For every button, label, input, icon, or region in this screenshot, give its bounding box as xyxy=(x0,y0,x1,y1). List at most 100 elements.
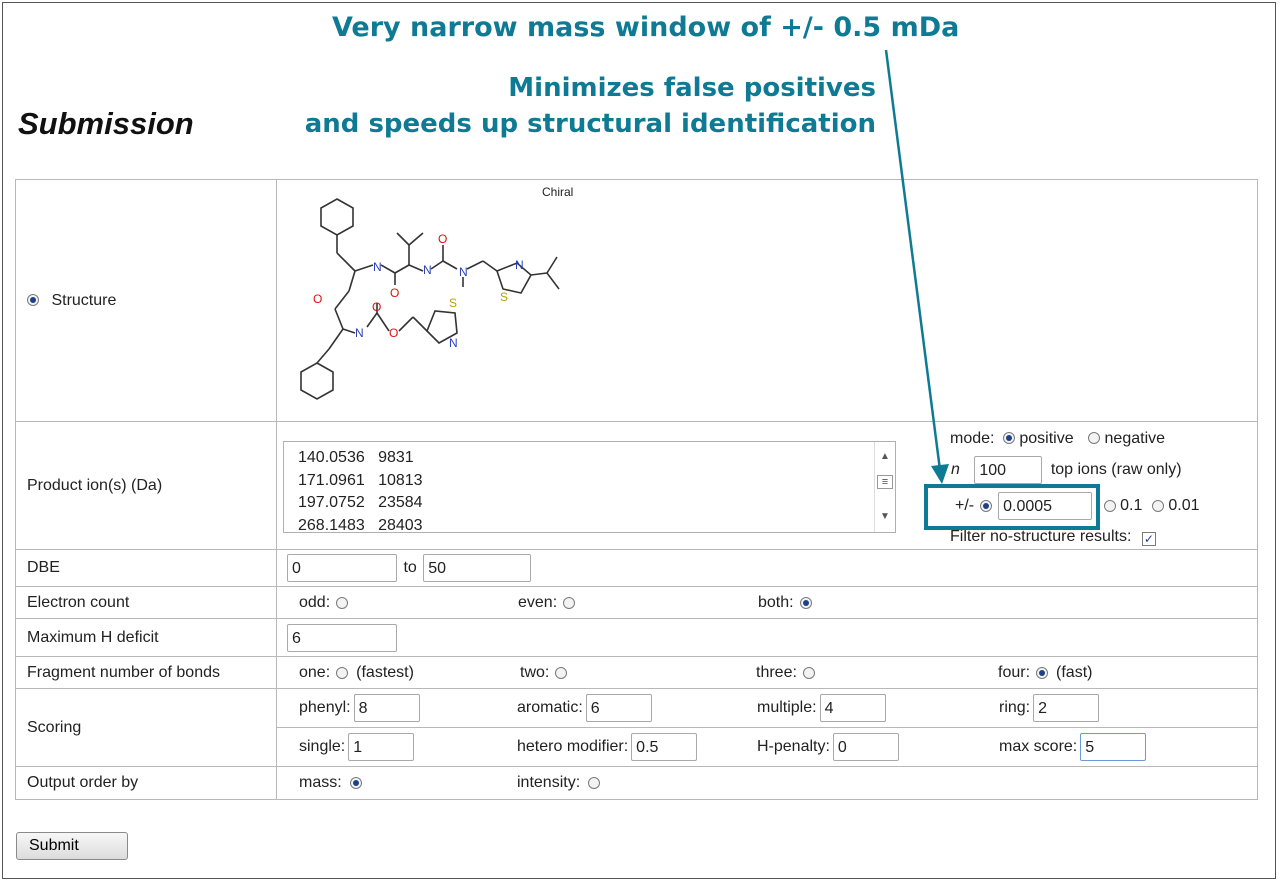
scroll-down-icon[interactable]: ▼ xyxy=(875,506,895,529)
atom-s-2: S xyxy=(449,296,457,310)
page-title: Submission xyxy=(18,106,194,141)
order-intensity-label: intensity: xyxy=(517,774,581,791)
phenyl-input[interactable]: 8 xyxy=(353,694,420,722)
n-label: n xyxy=(951,461,960,479)
h-penalty-input[interactable]: 0 xyxy=(832,733,899,761)
atom-n-6: N xyxy=(449,336,458,350)
product-ions-textarea[interactable]: 140.0536 9831 171.0961 10813 197.0752 23… xyxy=(283,441,896,534)
mode-label: mode: xyxy=(950,430,995,447)
max-h-label: Maximum H deficit xyxy=(15,618,277,657)
filter-checkbox[interactable]: ✓ xyxy=(1141,532,1156,546)
scroll-up-icon[interactable]: ▲ xyxy=(875,446,895,469)
atom-o-3: O xyxy=(313,292,322,306)
product-ion-line: 140.0536 9831 xyxy=(298,449,414,466)
product-ion-line: 197.0752 23584 xyxy=(298,494,423,511)
scoring-cell-1: phenyl: 8 aromatic: 6 multiple: 4 ring: 2 xyxy=(276,688,1258,728)
mode-group: mode: positive negative xyxy=(950,430,1165,448)
ring-label: ring: xyxy=(999,699,1031,716)
top-ions-label: top ions (raw only) xyxy=(1050,461,1182,479)
annotation-headline: Very narrow mass window of +/- 0.5 mDa xyxy=(332,12,960,43)
max-h-cell: 6 xyxy=(276,618,1258,657)
output-order-label: Output order by xyxy=(15,766,277,800)
tolerance-01-radio[interactable] xyxy=(1104,500,1117,512)
tolerance-highlight-box xyxy=(924,484,1100,530)
dbe-cell: 0 to 50 xyxy=(276,549,1258,587)
atom-o-5: O xyxy=(389,326,398,340)
one-note: (fastest) xyxy=(356,663,414,681)
dbe-to-label: to xyxy=(403,559,417,577)
filter-label: Filter no-structure results: xyxy=(950,528,1132,545)
aromatic-label: aromatic: xyxy=(517,699,583,716)
annotation-line-1: Minimizes false positives xyxy=(508,73,876,103)
dbe-to-input[interactable]: 50 xyxy=(423,554,532,582)
single-label: single: xyxy=(299,738,346,755)
atom-o-1: O xyxy=(390,286,399,300)
tolerance-001-radio[interactable] xyxy=(1152,500,1165,512)
max-h-row: Maximum H deficit 6 xyxy=(15,618,1258,657)
one-radio[interactable] xyxy=(336,666,349,679)
multiple-input[interactable]: 4 xyxy=(819,694,886,722)
both-radio[interactable] xyxy=(799,596,812,609)
structure-radio[interactable] xyxy=(27,293,39,306)
scroll-thumb-icon[interactable]: ≡ xyxy=(877,474,893,489)
atom-n-2: N xyxy=(423,263,432,277)
mode-negative-radio[interactable] xyxy=(1088,432,1101,444)
top-ions-group: n 100 top ions (raw only) xyxy=(951,456,1182,484)
odd-radio[interactable] xyxy=(336,596,349,609)
structure-label-cell: Structure xyxy=(15,179,277,422)
aromatic-input[interactable]: 6 xyxy=(585,694,652,722)
structure-drawing-cell: Chiral N O N O N N S O N O O S N xyxy=(276,179,1258,422)
dbe-row: DBE 0 to 50 xyxy=(15,549,1258,587)
electron-count-label: Electron count xyxy=(15,586,277,619)
three-label: three: xyxy=(756,663,797,681)
fragment-label: Fragment number of bonds xyxy=(15,656,277,689)
product-ion-line: 171.0961 10813 xyxy=(298,471,423,489)
scoring-label: Scoring xyxy=(15,688,277,767)
top-ions-input[interactable]: 100 xyxy=(974,456,1043,484)
dbe-label: DBE xyxy=(15,549,277,587)
mode-negative-label: negative xyxy=(1104,430,1166,447)
electron-count-row: Electron count odd: even: both: xyxy=(15,586,1258,619)
chiral-label: Chiral xyxy=(542,185,573,199)
phenyl-label: phenyl: xyxy=(299,699,351,716)
fragment-row: Fragment number of bonds one: (fastest) t… xyxy=(15,656,1258,689)
structure-label: Structure xyxy=(51,291,117,309)
annotation-line-2: and speeds up structural identification xyxy=(304,109,876,139)
order-intensity-radio[interactable] xyxy=(588,777,601,789)
submit-button[interactable]: Submit xyxy=(16,832,128,860)
product-ion-line: 268.1483 28403 xyxy=(298,516,423,534)
two-radio[interactable] xyxy=(555,666,568,679)
four-radio[interactable] xyxy=(1036,666,1049,679)
even-radio[interactable] xyxy=(563,596,576,609)
single-input[interactable]: 1 xyxy=(348,733,415,761)
mode-positive-radio[interactable] xyxy=(1002,432,1015,444)
multiple-label: multiple: xyxy=(757,699,817,716)
hetero-input[interactable]: 0.5 xyxy=(631,733,698,761)
max-score-input[interactable]: 5 xyxy=(1080,733,1147,761)
fragment-cell: one: (fastest) two: three: four: (fast) xyxy=(276,656,1258,689)
molecule-bonds xyxy=(300,197,560,400)
three-radio[interactable] xyxy=(802,666,815,679)
order-mass-radio[interactable] xyxy=(349,777,362,789)
one-label: one: xyxy=(299,663,331,681)
structure-row: Structure Chiral N O N O N N S O N O O S… xyxy=(15,179,1258,422)
textarea-scrollbar[interactable]: ▲ ≡ ▼ xyxy=(874,442,895,532)
four-label: four: xyxy=(998,663,1031,681)
hetero-label: hetero modifier: xyxy=(517,738,629,755)
molecule-structure: Chiral N O N O N N S O N O O S N xyxy=(300,185,573,400)
output-order-row: Output order by mass: intensity: xyxy=(15,766,1258,800)
atom-n-3: N xyxy=(459,265,468,279)
max-score-label: max score: xyxy=(999,738,1078,755)
molecule-atoms: N O N O N N S O N O O S N xyxy=(313,232,524,350)
electron-count-cell: odd: even: both: xyxy=(276,586,1258,619)
two-label: two: xyxy=(520,663,550,681)
atom-n-1: N xyxy=(373,260,382,274)
dbe-from-input[interactable]: 0 xyxy=(287,554,397,582)
ring-input[interactable]: 2 xyxy=(1033,694,1100,722)
tolerance-01-label: 0.1 xyxy=(1120,497,1143,514)
max-h-input[interactable]: 6 xyxy=(287,623,397,652)
atom-n-5: N xyxy=(355,326,364,340)
atom-o-2: O xyxy=(438,232,447,246)
atom-s-1: S xyxy=(500,290,508,304)
output-order-cell: mass: intensity: xyxy=(276,766,1258,800)
